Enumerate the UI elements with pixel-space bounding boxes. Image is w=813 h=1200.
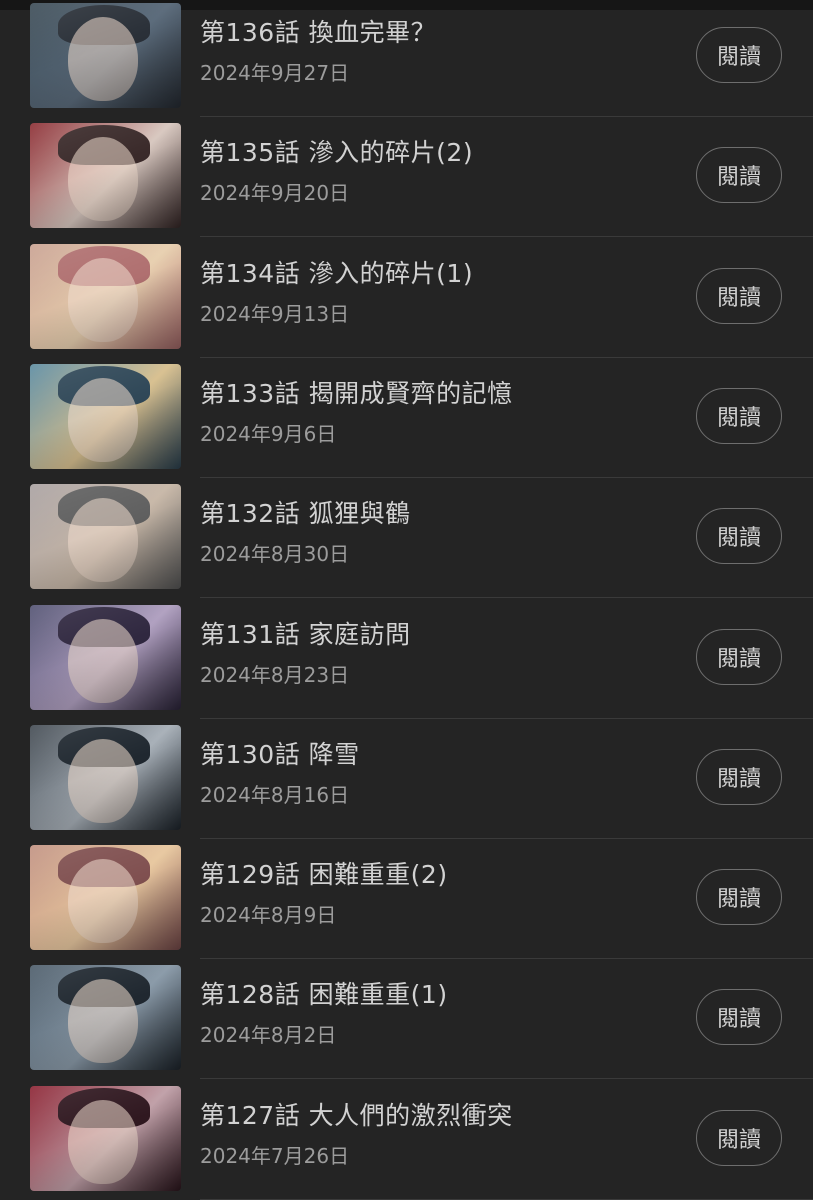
read-button[interactable]: 閱讀 bbox=[696, 628, 782, 685]
episode-row[interactable]: 第129話 困難重重(2) 2024年8月9日 閱讀 bbox=[0, 839, 813, 960]
episode-thumbnail[interactable] bbox=[30, 484, 181, 590]
episode-thumbnail[interactable] bbox=[30, 845, 181, 951]
episode-row[interactable]: 第134話 滲入的碎片(1) 2024年9月13日 閱讀 bbox=[0, 238, 813, 358]
episode-thumbnail[interactable] bbox=[30, 604, 181, 710]
episode-title[interactable]: 第133話 揭開成賢齊的記憶 bbox=[200, 374, 513, 410]
read-button[interactable]: 閱讀 bbox=[696, 267, 782, 324]
episode-row[interactable]: 第136話 換血完畢？ 2024年9月27日 閱讀 bbox=[0, 0, 813, 117]
episode-thumbnail[interactable] bbox=[30, 965, 181, 1071]
episode-title[interactable]: 第129話 困難重重(2) bbox=[200, 855, 448, 891]
episode-title[interactable]: 第131話 家庭訪問 bbox=[200, 615, 411, 651]
episode-date: 2024年8月23日 bbox=[200, 662, 350, 687]
read-button[interactable]: 閱讀 bbox=[696, 869, 782, 926]
episode-title[interactable]: 第130話 降雪 bbox=[200, 735, 360, 771]
episode-row[interactable]: 第128話 困難重重(1) 2024年8月2日 閱讀 bbox=[0, 959, 813, 1080]
episode-date: 2024年8月30日 bbox=[200, 542, 350, 567]
read-button[interactable]: 閱讀 bbox=[696, 508, 782, 565]
episode-thumbnail[interactable] bbox=[30, 724, 181, 830]
episode-list: 第136話 換血完畢？ 2024年9月27日 閱讀 第135話 滲入的碎片(2)… bbox=[0, 0, 813, 1200]
episode-thumbnail[interactable] bbox=[30, 123, 181, 229]
read-button[interactable]: 閱讀 bbox=[696, 387, 782, 444]
episode-date: 2024年8月16日 bbox=[200, 782, 350, 807]
read-button[interactable]: 閱讀 bbox=[696, 748, 782, 805]
episode-title[interactable]: 第135話 滲入的碎片(2) bbox=[200, 133, 473, 169]
episode-thumbnail[interactable] bbox=[30, 363, 181, 469]
episode-title[interactable]: 第132話 狐狸與鶴 bbox=[200, 494, 411, 530]
episode-thumbnail[interactable] bbox=[30, 243, 181, 349]
episode-title[interactable]: 第134話 滲入的碎片(1) bbox=[200, 254, 473, 290]
episode-date: 2024年9月20日 bbox=[200, 181, 350, 206]
read-button[interactable]: 閱讀 bbox=[696, 1109, 782, 1166]
read-button[interactable]: 閱讀 bbox=[696, 147, 782, 204]
episode-row[interactable]: 第127話 大人們的激烈衝突 2024年7月26日 閱讀 bbox=[0, 1080, 813, 1200]
episode-row[interactable]: 第133話 揭開成賢齊的記憶 2024年9月6日 閱讀 bbox=[0, 358, 813, 478]
episode-date: 2024年9月13日 bbox=[200, 301, 350, 326]
episode-title[interactable]: 第127話 大人們的激烈衝突 bbox=[200, 1096, 513, 1132]
episode-thumbnail[interactable] bbox=[30, 1085, 181, 1191]
episode-row[interactable]: 第132話 狐狸與鶴 2024年8月30日 閱讀 bbox=[0, 478, 813, 599]
episode-row[interactable]: 第135話 滲入的碎片(2) 2024年9月20日 閱讀 bbox=[0, 117, 813, 238]
episode-thumbnail[interactable] bbox=[30, 3, 181, 108]
episode-row[interactable]: 第130話 降雪 2024年8月16日 閱讀 bbox=[0, 719, 813, 839]
episode-title[interactable]: 第136話 換血完畢？ bbox=[200, 13, 436, 49]
episode-row[interactable]: 第131話 家庭訪問 2024年8月23日 閱讀 bbox=[0, 599, 813, 719]
episode-date: 2024年9月27日 bbox=[200, 61, 350, 85]
episode-date: 2024年8月2日 bbox=[200, 1023, 337, 1048]
read-button[interactable]: 閱讀 bbox=[696, 989, 782, 1046]
episode-date: 2024年7月26日 bbox=[200, 1143, 350, 1168]
episode-date: 2024年8月9日 bbox=[200, 903, 337, 928]
episode-date: 2024年9月6日 bbox=[200, 421, 337, 446]
read-button[interactable]: 閱讀 bbox=[696, 27, 782, 83]
episode-title[interactable]: 第128話 困難重重(1) bbox=[200, 975, 448, 1011]
